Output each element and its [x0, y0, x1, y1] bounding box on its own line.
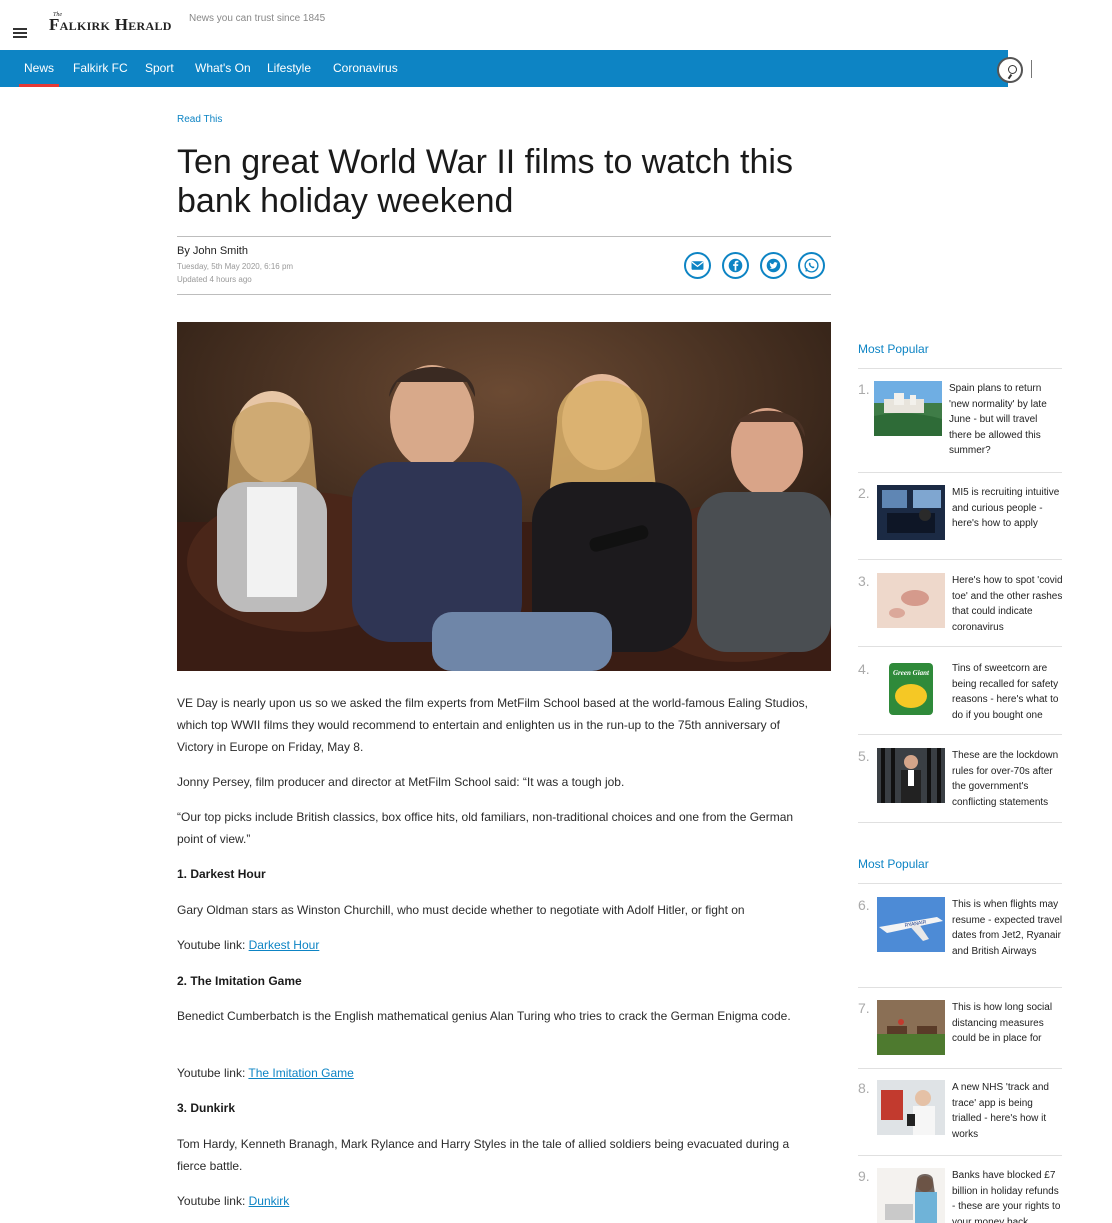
item-number: 7. [858, 1000, 870, 1016]
most-popular-item-7[interactable]: 7. This is how long social distancing me… [858, 1000, 1064, 1060]
most-popular-item-1[interactable]: 1. Spain plans to return 'new normality'… [858, 381, 1064, 461]
film-description-2: Benedict Cumberbatch is the English math… [177, 1009, 791, 1023]
email-icon [691, 261, 704, 270]
film-link-row-1: Youtube link: Darkest Hour [177, 934, 817, 956]
most-popular-item-9[interactable]: 9. Banks have blocked £7 billion in holi… [858, 1168, 1064, 1223]
search-icon[interactable] [997, 57, 1023, 83]
item-headline: A new NHS 'track and trace' app is being… [952, 1082, 1049, 1140]
logo-text: Falkirk Herald [49, 15, 172, 34]
updated-time: Updated 4 hours ago [177, 275, 252, 284]
publish-date: Tuesday, 5th May 2020, 6:16 pm [177, 262, 294, 271]
most-popular-item-2[interactable]: 2. MI5 is recruiting intuitive and curio… [858, 485, 1064, 555]
whatsapp-icon [804, 258, 819, 273]
item-headline: This is when flights may resume - expect… [952, 899, 1063, 957]
divider [858, 822, 1062, 823]
film-description-1: Gary Oldman stars as Winston Churchill, … [177, 903, 745, 917]
thumb-label: Green Giant [893, 669, 930, 677]
item-headline: Tins of sweetcorn are being recalled for… [952, 663, 1059, 721]
divider [858, 734, 1062, 735]
article-kicker[interactable]: Read This [177, 114, 222, 125]
nav-item-falkirk-fc[interactable]: Falkirk FC [73, 50, 128, 87]
thumbnail-phone-app [877, 1080, 945, 1135]
link-prefix: Youtube link: [177, 1194, 249, 1208]
item-number: 9. [858, 1168, 870, 1184]
item-number: 3. [858, 573, 870, 589]
hamburger-icon[interactable] [13, 28, 27, 38]
thumbnail-ryanair-plane: RYANAIR [877, 897, 945, 952]
film-link-row-3: Youtube link: Dunkirk [177, 1190, 817, 1212]
thumbnail-sweetcorn-tin: Green Giant [877, 661, 945, 716]
facebook-share-button[interactable] [722, 252, 749, 279]
nav-item-coronavirus[interactable]: Coronavirus [333, 50, 398, 87]
most-popular-item-8[interactable]: 8. A new NHS 'track and trace' app is be… [858, 1080, 1064, 1150]
hero-image [177, 322, 831, 671]
email-share-button[interactable] [684, 252, 711, 279]
divider [858, 368, 1062, 369]
item-headline: Spain plans to return 'new normality' by… [949, 383, 1047, 457]
thumbnail-downing-street [877, 748, 945, 803]
most-popular-title: Most Popular [858, 342, 929, 356]
nav-item-news[interactable]: News [18, 50, 60, 87]
item-headline: This is how long social distancing measu… [952, 1002, 1053, 1045]
byline-prefix: By [177, 245, 193, 257]
film-heading-2: 2. The Imitation Game [177, 974, 302, 988]
twitter-icon [766, 258, 781, 273]
youtube-link-dunkirk[interactable]: Dunkirk [249, 1194, 290, 1208]
youtube-link-imitation-game[interactable]: The Imitation Game [248, 1066, 353, 1080]
thumbnail-woman-laptop [877, 1168, 945, 1223]
divider [177, 236, 831, 237]
item-headline: Banks have blocked £7 billion in holiday… [952, 1170, 1061, 1223]
thumbnail-spain-coast [874, 381, 942, 436]
thumbnail-mi5-office [877, 485, 945, 540]
most-popular-item-5[interactable]: 5. These are the lockdown rules for over… [858, 748, 1064, 818]
author-link[interactable]: John Smith [193, 245, 248, 257]
item-number: 2. [858, 485, 870, 501]
twitter-share-button[interactable] [760, 252, 787, 279]
film-heading-3: 3. Dunkirk [177, 1101, 236, 1115]
item-number: 1. [858, 381, 870, 397]
divider [177, 294, 831, 295]
main-nav: News Falkirk FC Sport What's On Lifestyl… [0, 50, 1008, 87]
thumbnail-park-benches [877, 1000, 945, 1055]
header-divider [1031, 60, 1032, 78]
divider [858, 646, 1062, 647]
family-watching-tv-image [177, 322, 831, 671]
link-prefix: Youtube link: [177, 938, 249, 952]
divider [858, 1155, 1062, 1156]
item-headline: MI5 is recruiting intuitive and curious … [952, 487, 1060, 530]
paragraph-intro: VE Day is nearly upon us so we asked the… [177, 696, 808, 754]
youtube-link-darkest-hour[interactable]: Darkest Hour [249, 938, 320, 952]
divider [858, 987, 1062, 988]
most-popular-item-6[interactable]: 6. RYANAIR This is when flights may resu… [858, 897, 1064, 977]
item-number: 6. [858, 897, 870, 913]
most-popular-item-3[interactable]: 3. Here's how to spot 'covid toe' and th… [858, 573, 1064, 643]
facebook-icon [728, 258, 743, 273]
site-tagline: News you can trust since 1845 [189, 13, 326, 24]
film-heading-1: 1. Darkest Hour [177, 867, 266, 881]
film-link-row-2: Youtube link: The Imitation Game [177, 1062, 817, 1084]
whatsapp-share-button[interactable] [798, 252, 825, 279]
most-popular-title-2: Most Popular [858, 857, 929, 871]
item-number: 8. [858, 1080, 870, 1096]
divider [858, 559, 1062, 560]
thumbnail-skin-rash [877, 573, 945, 628]
item-number: 5. [858, 748, 870, 764]
most-popular-item-4[interactable]: 4. Green Giant Tins of sweetcorn are bei… [858, 661, 1064, 731]
paragraph-quote-1: Jonny Persey, film producer and director… [177, 775, 625, 789]
item-headline: Here's how to spot 'covid toe' and the o… [952, 575, 1063, 633]
item-headline: These are the lockdown rules for over-70… [952, 750, 1059, 808]
nav-item-lifestyle[interactable]: Lifestyle [267, 50, 311, 87]
divider [858, 472, 1062, 473]
item-number: 4. [858, 661, 870, 677]
film-description-3: Tom Hardy, Kenneth Branagh, Mark Rylance… [177, 1137, 790, 1173]
paragraph-quote-2: “Our top picks include British classics,… [177, 810, 794, 846]
byline: By John Smith [177, 245, 248, 257]
nav-item-whats-on[interactable]: What's On [195, 50, 251, 87]
nav-item-sport[interactable]: Sport [145, 50, 174, 87]
article-headline: Ten great World War II films to watch th… [177, 143, 793, 220]
link-prefix: Youtube link: [177, 1066, 249, 1080]
divider [858, 1068, 1062, 1069]
site-header: The Falkirk Herald News you can trust si… [0, 0, 1112, 50]
divider [858, 883, 1062, 884]
